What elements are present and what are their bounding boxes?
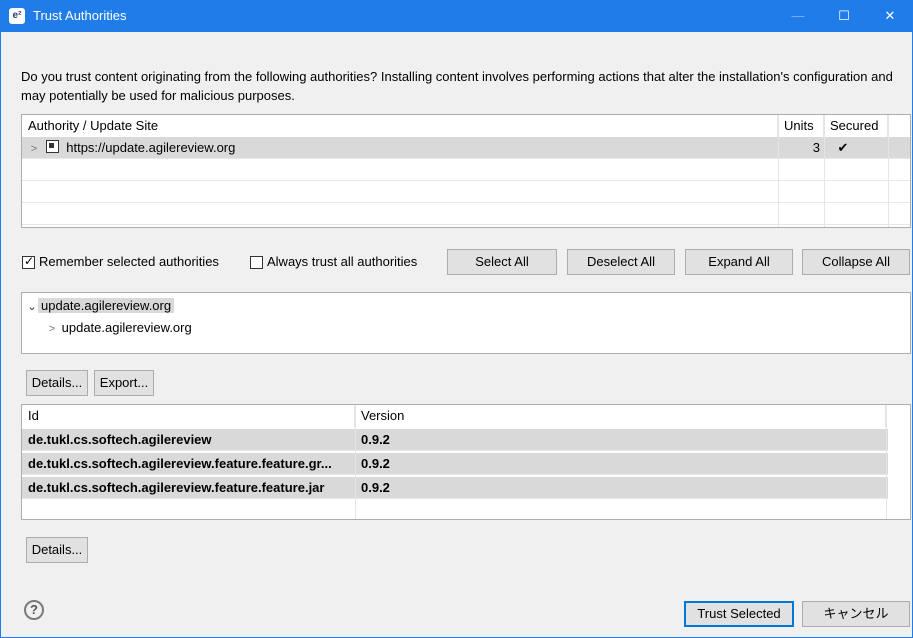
title-bar: e² Trust Authorities — ☐ ✕ bbox=[0, 0, 913, 32]
column-divider bbox=[778, 115, 779, 227]
unit-id: de.tukl.cs.softech.agilereview bbox=[28, 432, 212, 447]
column-divider bbox=[886, 405, 887, 519]
eclipse-app-icon: e² bbox=[9, 8, 25, 24]
column-divider bbox=[824, 115, 825, 227]
minimize-button[interactable]: — bbox=[775, 0, 821, 32]
trust-message: Do you trust content originating from th… bbox=[21, 69, 893, 103]
export-button[interactable]: Export... bbox=[94, 370, 154, 396]
tree-root-item[interactable]: ⌄ update.agilereview.org bbox=[26, 296, 175, 317]
units-table[interactable]: Id Version de.tukl.cs.softech.agilerevie… bbox=[21, 404, 911, 520]
column-header-id[interactable]: Id bbox=[22, 405, 355, 427]
empty-row bbox=[22, 203, 910, 225]
expand-all-button[interactable]: Expand All bbox=[685, 249, 793, 275]
unit-row[interactable]: de.tukl.cs.softech.agilereview.feature.f… bbox=[22, 477, 888, 499]
deselect-all-button[interactable]: Deselect All bbox=[567, 249, 675, 275]
unit-row[interactable]: de.tukl.cs.softech.agilereview 0.9.2 bbox=[22, 429, 888, 451]
select-all-button[interactable]: Select All bbox=[447, 249, 557, 275]
unit-version: 0.9.2 bbox=[361, 480, 390, 495]
chevron-down-icon[interactable]: ⌄ bbox=[26, 297, 38, 317]
column-header-secured[interactable]: Secured bbox=[824, 115, 888, 137]
column-header-units[interactable]: Units bbox=[778, 115, 824, 137]
always-trust-checkbox[interactable] bbox=[250, 256, 263, 269]
trust-selected-button[interactable]: Trust Selected bbox=[684, 601, 794, 627]
empty-row bbox=[22, 159, 910, 181]
remember-label[interactable]: Remember selected authorities bbox=[39, 253, 219, 271]
certificate-tree[interactable]: ⌄ update.agilereview.org > update.agilere… bbox=[21, 292, 911, 354]
help-icon[interactable]: ? bbox=[24, 600, 44, 620]
close-button[interactable]: ✕ bbox=[867, 0, 913, 32]
checkmark-icon: ✓ bbox=[24, 254, 35, 268]
authority-units: 3 bbox=[812, 140, 820, 155]
authority-site: https://update.agilereview.org bbox=[66, 140, 236, 155]
remember-checkbox[interactable]: ✓ bbox=[22, 254, 35, 269]
column-header-version[interactable]: Version bbox=[355, 405, 886, 427]
always-trust-label[interactable]: Always trust all authorities bbox=[267, 253, 417, 271]
secured-check-icon: ✔ bbox=[837, 140, 849, 155]
details-button-bottom[interactable]: Details... bbox=[26, 537, 88, 563]
column-divider bbox=[888, 115, 889, 227]
window-title: Trust Authorities bbox=[33, 8, 127, 23]
tree-root-label: update.agilereview.org bbox=[38, 298, 175, 313]
authority-row[interactable]: > https://update.agilereview.org 3 ✔ bbox=[22, 137, 910, 159]
unit-row[interactable]: de.tukl.cs.softech.agilereview.feature.f… bbox=[22, 453, 888, 475]
column-divider bbox=[355, 405, 356, 519]
unit-id: de.tukl.cs.softech.agilereview.feature.f… bbox=[28, 480, 325, 495]
tree-child-item[interactable]: > update.agilereview.org bbox=[46, 318, 192, 338]
authority-checkbox[interactable] bbox=[45, 140, 59, 153]
column-header-site[interactable]: Authority / Update Site bbox=[22, 115, 778, 137]
unit-version: 0.9.2 bbox=[361, 432, 390, 447]
unit-id: de.tukl.cs.softech.agilereview.feature.f… bbox=[28, 456, 332, 471]
chevron-right-icon[interactable]: > bbox=[46, 319, 58, 339]
tree-child-label: update.agilereview.org bbox=[61, 320, 192, 335]
collapse-all-button[interactable]: Collapse All bbox=[802, 249, 910, 275]
maximize-button[interactable]: ☐ bbox=[821, 0, 867, 32]
details-button-top[interactable]: Details... bbox=[26, 370, 88, 396]
authorities-table[interactable]: Authority / Update Site Units Secured > … bbox=[21, 114, 911, 228]
chevron-right-icon[interactable]: > bbox=[28, 138, 40, 159]
empty-row bbox=[22, 181, 910, 203]
unit-version: 0.9.2 bbox=[361, 456, 390, 471]
cancel-button[interactable]: キャンセル bbox=[802, 601, 910, 627]
